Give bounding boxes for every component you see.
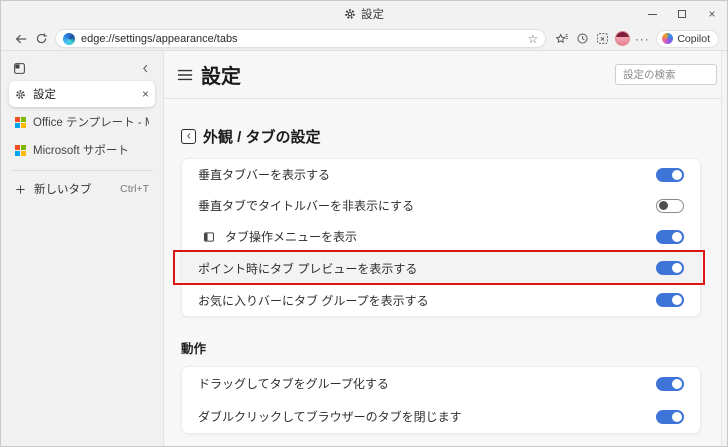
setting-row-tab-groups-favorites-bar: お気に入りバーにタブ グループを表示する <box>182 284 700 316</box>
back-arrow-icon <box>15 34 27 43</box>
refresh-button[interactable] <box>31 29 51 49</box>
plus-icon <box>15 184 26 195</box>
vertical-tabs-sidebar: 設定 × Office テンプレート - Microsoft Office Mi… <box>1 51 164 446</box>
settings-header: 設定 <box>164 51 727 99</box>
settings-search-input[interactable] <box>615 64 717 85</box>
window-title: 設定 <box>1 1 727 27</box>
history-button[interactable] <box>572 29 592 49</box>
setting-label: ダブルクリックしてブラウザーのタブを閉じます <box>198 410 462 424</box>
settings-main: 設定 外観 / タブの設定 垂直タブバーを表示する 垂直タブでタ <box>164 51 727 446</box>
back-button[interactable] <box>11 29 31 49</box>
toggle-hide-titlebar[interactable] <box>656 198 684 213</box>
new-tab-shortcut: Ctrl+T <box>120 183 149 195</box>
breadcrumb-back-button[interactable] <box>181 128 196 144</box>
copilot-logo-icon <box>662 33 674 44</box>
setting-label: ドラッグしてタブをグループ化する <box>198 377 389 391</box>
gear-icon <box>15 89 26 100</box>
setting-label: お気に入りバーにタブ グループを表示する <box>198 293 429 308</box>
vertical-scrollbar[interactable] <box>721 51 727 446</box>
toggle-tab-preview-on-hover[interactable] <box>656 261 684 275</box>
toggle-tab-groups-favorites-bar[interactable] <box>656 293 684 307</box>
toggle-vertical-tab-bar[interactable] <box>656 167 684 182</box>
new-tab-label: 新しいタブ <box>34 184 92 196</box>
setting-row-double-click-close-tab: ダブルクリックしてブラウザーのタブを閉じます <box>182 400 700 433</box>
favorites-button[interactable] <box>552 29 572 49</box>
tab-settings-card: 垂直タブバーを表示する 垂直タブでタイトルバーを非表示にする タブ操作メニューを… <box>181 158 701 317</box>
setting-row-hide-titlebar: 垂直タブでタイトルバーを非表示にする <box>182 190 700 221</box>
title-bar: 設定 × <box>1 1 727 27</box>
copilot-button[interactable]: Copilot <box>656 29 719 48</box>
tab-activity-pane-icon[interactable] <box>13 62 26 75</box>
setting-row-tab-actions-menu: タブ操作メニューを表示 <box>182 221 700 252</box>
settings-menu-hamburger-icon[interactable] <box>177 68 193 82</box>
toggle-double-click-close-tab[interactable] <box>656 409 684 424</box>
setting-label: 垂直タブバーを表示する <box>198 168 331 182</box>
microsoft-logo-icon <box>15 116 26 128</box>
url-text[interactable]: edge://settings/appearance/tabs <box>81 33 522 45</box>
browser-toolbar: edge://settings/appearance/tabs ☆ ··· Co… <box>1 27 727 51</box>
minimize-icon <box>647 13 657 15</box>
close-tab-icon[interactable]: × <box>142 88 149 100</box>
microsoft-logo-icon <box>15 144 26 156</box>
setting-label: タブ操作メニューを表示 <box>225 230 358 244</box>
setting-row-drag-group-tabs: ドラッグしてタブをグループ化する <box>182 367 700 400</box>
edge-logo-icon <box>63 32 75 45</box>
minimize-button[interactable] <box>637 1 667 27</box>
favorites-star-icon <box>556 33 568 43</box>
breadcrumb: 外観 / タブの設定 <box>181 126 699 146</box>
avatar-image <box>614 31 630 46</box>
breadcrumb-title: 外観 / タブの設定 <box>203 128 321 146</box>
setting-row-tab-preview-on-hover: ポイント時にタブ プレビューを表示する <box>182 252 700 284</box>
tab-office-templates[interactable]: Office テンプレート - Microsoft Office <box>9 109 155 135</box>
setting-row-vertical-tab-bar: 垂直タブバーを表示する <box>182 159 700 190</box>
toggle-tab-actions-menu[interactable] <box>656 229 684 244</box>
tab-label: 設定 <box>33 89 56 101</box>
address-bar[interactable]: edge://settings/appearance/tabs ☆ <box>55 29 547 48</box>
gear-icon <box>344 8 356 20</box>
window-title-text: 設定 <box>361 9 384 21</box>
new-tab-button[interactable]: 新しいタブ Ctrl+T <box>9 177 155 201</box>
browser-window: 設定 × edge://settings/appearance/tabs ☆ ·… <box>0 0 728 447</box>
tab-label: Office テンプレート - Microsoft Office <box>33 117 149 129</box>
copilot-label: Copilot <box>677 32 710 45</box>
history-clock-icon <box>577 33 588 44</box>
page-title: 設定 <box>201 66 241 88</box>
add-favorite-star-icon[interactable]: ☆ <box>528 33 539 45</box>
settings-content: 外観 / タブの設定 垂直タブバーを表示する 垂直タブでタイトルバーを非表示にす… <box>164 126 727 446</box>
sidebar-divider <box>11 170 153 171</box>
toggle-drag-group-tabs[interactable] <box>656 376 684 391</box>
settings-and-more-button[interactable]: ··· <box>632 29 652 49</box>
web-capture-icon <box>596 33 608 44</box>
behavior-settings-card: ドラッグしてタブをグループ化する ダブルクリックしてブラウザーのタブを閉じます <box>181 366 701 434</box>
collapse-pane-chevron-icon[interactable] <box>140 63 151 74</box>
tab-actions-menu-icon <box>203 231 215 243</box>
close-button[interactable]: × <box>697 1 727 27</box>
setting-label: ポイント時にタブ プレビューを表示する <box>198 261 418 276</box>
maximize-button[interactable] <box>667 1 697 27</box>
tab-microsoft-support[interactable]: Microsoft サポート <box>9 137 155 163</box>
tab-label: Microsoft サポート <box>33 145 129 157</box>
profile-avatar[interactable] <box>612 29 632 49</box>
section-heading-behavior: 動作 <box>181 342 207 356</box>
setting-label: 垂直タブでタイトルバーを非表示にする <box>198 199 415 213</box>
web-capture-button[interactable] <box>592 29 612 49</box>
tab-settings-active[interactable]: 設定 × <box>9 81 155 107</box>
maximize-icon <box>678 10 686 18</box>
refresh-icon <box>36 33 47 44</box>
